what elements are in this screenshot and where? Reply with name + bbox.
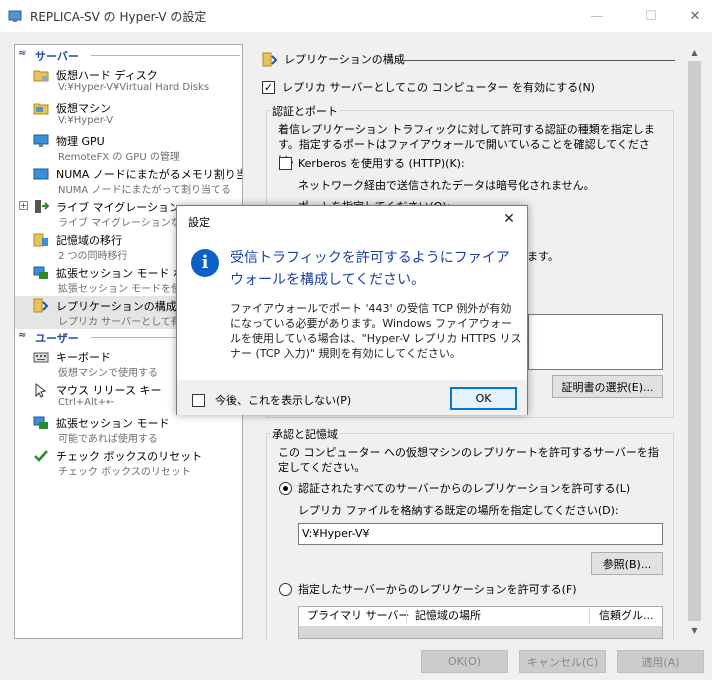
col-storage-location[interactable]: 記憶域の場所 xyxy=(407,607,481,625)
user-header-label: ユーザー xyxy=(35,332,79,345)
minimize-button[interactable]: — xyxy=(574,0,620,32)
nav-item-name: レプリケーションの構成 xyxy=(56,300,177,313)
dialog-content: ファイアウォールでポート '443' の受信 TCP 例外が有効になっている必要… xyxy=(230,302,522,360)
sidebar-item-physical-gpu[interactable]: 物理 GPU RemoteFX の GPU の管理 xyxy=(15,131,242,164)
dont-show-again-checkbox[interactable] xyxy=(192,394,205,407)
nav-item-name: チェック ボックスのリセット xyxy=(56,450,203,463)
server-section-header[interactable]: ≈ サーバー xyxy=(15,47,242,64)
dialog-main-instruction: 受信トラフィックを許可するようにファイアウォールを構成してください。 xyxy=(230,250,510,288)
nav-item-sub: 可能であれば使用する xyxy=(58,434,158,445)
kerberos-label: Kerberos を使用する (HTTP)(K): xyxy=(298,157,465,170)
panel-title-divider xyxy=(395,60,675,61)
collapse-icon: ≈ xyxy=(18,330,27,341)
nav-item-sub: 拡張セッション モードを使用 xyxy=(58,284,192,295)
hyperv-settings-icon xyxy=(8,10,22,22)
nav-item-name: キーボード xyxy=(56,351,111,364)
allow-specified-servers-radio[interactable] xyxy=(279,583,292,596)
nav-item-sub: Ctrl+Alt+← xyxy=(58,397,115,408)
approval-group-label: 承認と記憶域 xyxy=(270,426,340,442)
allow-all-servers-radio[interactable] xyxy=(279,482,292,495)
nav-item-name: ライブ マイグレーション xyxy=(56,201,181,214)
nav-item-sub: 仮想マシンで使用する xyxy=(58,368,158,379)
dialog-close-icon[interactable]: ✕ xyxy=(499,209,519,229)
nav-item-sub: NUMA ノードにまたがって割り当てる xyxy=(58,185,231,196)
cert-note: ます。 xyxy=(527,250,559,263)
default-location-input[interactable]: V:¥Hyper-V¥ xyxy=(298,523,663,545)
col-primary-server[interactable]: プライマリ サーバー xyxy=(299,607,409,625)
auth-group-label: 認証とポート xyxy=(270,103,340,119)
enhanced-session-icon xyxy=(33,416,48,429)
browse-button[interactable]: 参照(B)... xyxy=(591,552,663,575)
dialog-title: 設定 xyxy=(188,216,210,229)
firewall-message-dialog: 設定 ✕ i 受信トラフィックを許可するようにファイアウォールを構成してください… xyxy=(176,205,528,415)
cancel-button[interactable]: キャンセル(C) xyxy=(519,650,606,673)
select-certificate-button[interactable]: 証明書の選択(E)... xyxy=(552,375,663,398)
section-divider xyxy=(91,55,240,56)
dialog-footer: OK(O) キャンセル(C) 適用(A) xyxy=(0,640,712,680)
scroll-thumb[interactable] xyxy=(688,61,701,621)
dialog-ok-button[interactable]: OK xyxy=(450,387,517,410)
nav-item-sub: ライブ マイグレーションなし xyxy=(58,218,191,229)
server-header-label: サーバー xyxy=(35,50,79,63)
scroll-down-icon[interactable]: ▼ xyxy=(686,622,703,639)
dont-show-again-label: 今後、これを表示しない(P) xyxy=(215,394,352,407)
maximize-button[interactable]: ☐ xyxy=(628,0,674,32)
allow-all-servers-label: 認証されたすべてのサーバーからのレプリケーションを許可する(L) xyxy=(298,482,631,495)
close-button[interactable]: ✕ xyxy=(672,0,712,32)
sidebar-item-reset-checkboxes[interactable]: チェック ボックスのリセット チェック ボックスのリセット xyxy=(15,446,242,479)
storage-migration-icon xyxy=(33,233,48,247)
nav-item-sub: チェック ボックスのリセット xyxy=(58,467,191,478)
collapse-icon: ≈ xyxy=(18,48,27,59)
authorization-table[interactable]: プライマリ サーバー 記憶域の場所 信頼グル... xyxy=(298,606,663,639)
nav-item-sub: RemoteFX の GPU の管理 xyxy=(58,152,180,163)
sidebar-item-numa-spanning[interactable]: NUMA ノードにまたがるメモリ割り当て NUMA ノードにまたがって割り当てる xyxy=(15,164,243,197)
enable-replica-checkbox[interactable]: ✓ xyxy=(262,81,275,94)
checkbox-reset-icon xyxy=(34,450,48,462)
folder-vm-icon xyxy=(33,103,49,115)
window-title: REPLICA-SV の Hyper-V の設定 xyxy=(30,10,207,24)
replication-icon xyxy=(262,52,278,67)
scroll-up-icon[interactable]: ▲ xyxy=(686,44,703,61)
certificate-textbox[interactable] xyxy=(528,314,663,370)
replication-icon xyxy=(33,298,49,313)
live-migration-icon xyxy=(35,200,49,213)
allow-specified-servers-label: 指定したサーバーからのレプリケーションを許可する(F) xyxy=(298,583,577,596)
nav-item-sub: 2 つの同時移行 xyxy=(58,251,128,262)
nav-item-sub: V:¥Hyper-V xyxy=(58,115,114,126)
nav-item-sub: V:¥Hyper-V¥Virtual Hard Disks xyxy=(58,82,210,93)
panel-title: レプリケーションの構成 xyxy=(284,53,405,66)
nav-item-name: 仮想マシン xyxy=(56,102,111,115)
nav-item-name: マウス リリース キー xyxy=(56,384,162,397)
title-bar: REPLICA-SV の Hyper-V の設定 — ☐ ✕ xyxy=(0,0,712,32)
default-location-label: レプリカ ファイルを格納する既定の場所を指定してください(D): xyxy=(298,504,619,517)
numa-icon xyxy=(33,168,49,180)
sidebar-item-virtual-hard-disks[interactable]: 仮想ハード ディスク V:¥Hyper-V¥Virtual Hard Disks xyxy=(15,65,242,98)
nav-item-name: 物理 GPU xyxy=(56,135,105,148)
mouse-icon xyxy=(35,382,47,398)
kerberos-note: ネットワーク経由で送信されたデータは暗号化されません。 xyxy=(298,179,595,192)
kerberos-checkbox[interactable] xyxy=(279,157,292,170)
column-divider xyxy=(589,609,590,623)
nav-item-name: NUMA ノードにまたがるメモリ割り当て xyxy=(56,168,243,181)
nav-item-name: 拡張セッション モード xyxy=(56,417,170,430)
table-row[interactable] xyxy=(299,626,662,638)
approval-description: この コンピューター への仮想マシンのレプリケートを許可するサーバーを指定してく… xyxy=(278,446,659,474)
info-icon: i xyxy=(191,249,219,277)
enable-replica-label: レプリカ サーバーとしてこの コンピューター を有効にする(N) xyxy=(282,81,595,94)
enhanced-session-icon xyxy=(33,266,48,279)
monitor-icon xyxy=(33,134,49,147)
expand-icon[interactable]: + xyxy=(19,201,28,210)
keyboard-icon xyxy=(33,352,49,363)
folder-disk-icon xyxy=(33,70,49,82)
sidebar-item-virtual-machines[interactable]: 仮想マシン V:¥Hyper-V xyxy=(15,98,242,131)
nav-item-name: 記憶域の移行 xyxy=(56,234,122,247)
ok-button[interactable]: OK(O) xyxy=(421,650,508,673)
nav-item-name: 仮想ハード ディスク xyxy=(56,69,158,82)
col-trust-group[interactable]: 信頼グル... xyxy=(591,607,654,625)
apply-button[interactable]: 適用(A) xyxy=(617,650,704,673)
panel-scrollbar[interactable]: ▲ ▼ xyxy=(686,44,703,639)
sidebar-item-enhanced-session[interactable]: 拡張セッション モード 可能であれば使用する xyxy=(15,413,242,446)
nav-item-sub: レプリカ サーバーとして有効 xyxy=(58,317,191,328)
